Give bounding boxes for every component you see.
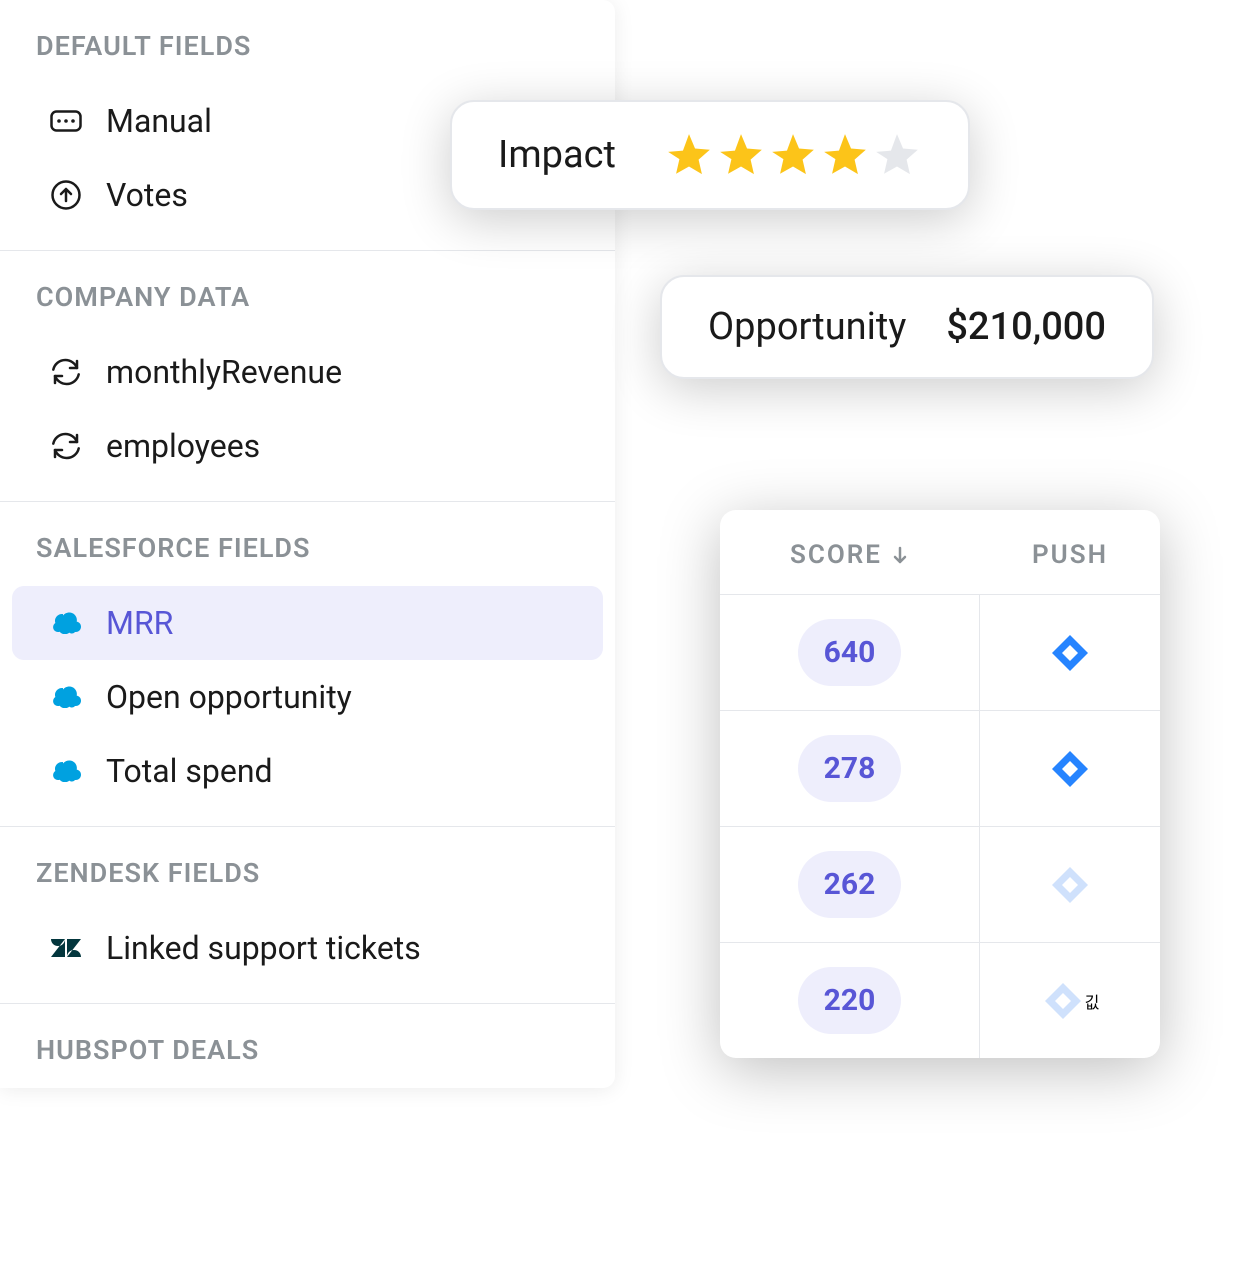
sidebar-item-open-opportunity[interactable]: Open opportunity [12,660,603,734]
score-badge: 278 [798,735,902,802]
sidebar-item-label: Open opportunity [106,678,352,716]
table-row: 220 깂 [720,943,1160,1058]
sidebar-item-label: Votes [106,176,188,214]
column-header-label: SCORE [790,540,882,570]
score-cell: 278 [720,711,980,826]
sync-icon [48,354,84,390]
opportunity-value: $210,000 [946,305,1106,349]
impact-pill: Impact [450,100,970,210]
sidebar-item-employees[interactable]: employees [12,409,603,483]
jira-icon [1048,863,1092,907]
star-icon [768,130,818,180]
column-header-label: PUSH [1032,540,1108,570]
manual-icon [48,103,84,139]
push-cell[interactable] [980,827,1160,942]
zendesk-icon [48,930,84,966]
section-header: DEFAULT FIELDS [0,0,615,84]
column-header-push[interactable]: PUSH [980,540,1160,570]
score-cell: 220 [720,943,980,1058]
sidebar-item-monthly-revenue[interactable]: monthlyRevenue [12,335,603,409]
star-icon [664,130,714,180]
push-cell[interactable]: 깂 [980,943,1160,1058]
sidebar-item-mrr[interactable]: MRR [12,586,603,660]
sidebar-item-label: employees [106,427,260,465]
section-header: COMPANY DATA [0,251,615,335]
salesforce-icon [48,679,84,715]
sidebar-item-label: Linked support tickets [106,929,421,967]
score-cell: 262 [720,827,980,942]
section-header: SALESFORCE FIELDS [0,502,615,586]
star-rating[interactable] [664,130,922,180]
sync-icon [48,428,84,464]
table-body: 640 278 262 [720,594,1160,1058]
section-header: ZENDESK FIELDS [0,827,615,911]
impact-label: Impact [498,133,616,177]
jira-icon [1041,979,1085,1023]
star-icon [820,130,870,180]
star-icon [872,130,922,180]
jira-icon [1048,747,1092,791]
sidebar-item-label: MRR [106,604,173,642]
opportunity-label: Opportunity [708,305,906,349]
table-row: 640 [720,595,1160,711]
section-hubspot-deals: HUBSPOT DEALS [0,1004,615,1088]
section-header: HUBSPOT DEALS [0,1004,615,1088]
push-cell[interactable] [980,711,1160,826]
sidebar-item-linked-support-tickets[interactable]: Linked support tickets [12,911,603,985]
sidebar-item-total-spend[interactable]: Total spend [12,734,603,808]
salesforce-icon [48,753,84,789]
arrow-down-icon [890,545,910,565]
table-header: SCORE PUSH [720,510,1160,594]
sidebar-item-label: Manual [106,102,212,140]
section-zendesk-fields: ZENDESK FIELDS Linked support tickets [0,827,615,1003]
section-salesforce-fields: SALESFORCE FIELDS MRR Open opportunity [0,502,615,826]
score-badge: 220 [798,967,902,1034]
section-company-data: COMPANY DATA monthlyRevenue [0,251,615,501]
score-badge: 640 [798,619,902,686]
column-header-score[interactable]: SCORE [720,540,980,570]
score-badge: 262 [798,851,902,918]
sidebar-item-label: monthlyRevenue [106,353,342,391]
salesforce-icon [48,605,84,641]
push-cell[interactable] [980,595,1160,710]
sidebar-item-label: Total spend [106,752,273,790]
opportunity-pill: Opportunity $210,000 [660,275,1154,379]
table-row: 262 [720,827,1160,943]
table-row: 278 [720,711,1160,827]
jira-icon [1048,631,1092,675]
score-push-table: SCORE PUSH 640 278 [720,510,1160,1058]
score-cell: 640 [720,595,980,710]
arrow-up-circle-icon [48,177,84,213]
star-icon [716,130,766,180]
